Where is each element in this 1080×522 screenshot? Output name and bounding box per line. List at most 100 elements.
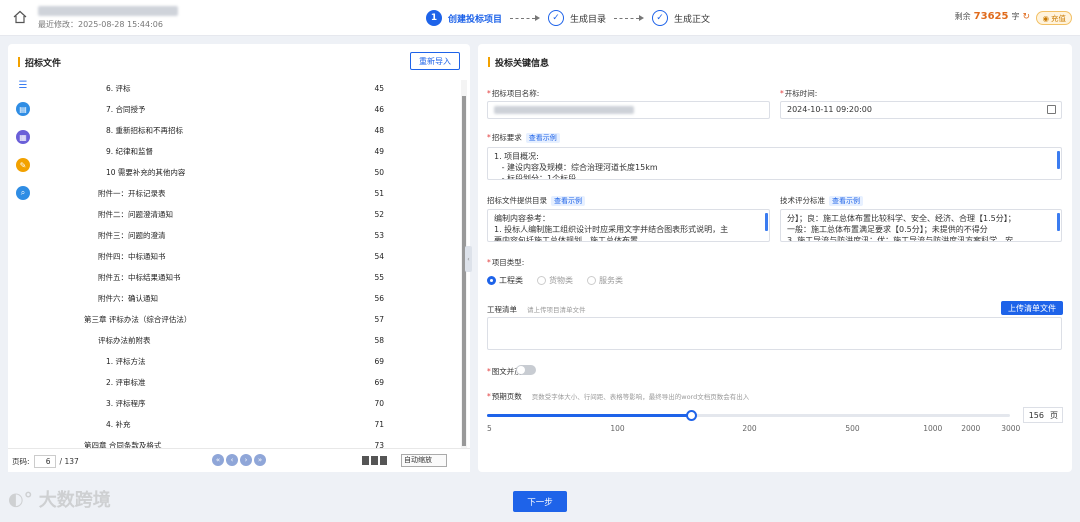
toc-page-number: 54 [374, 252, 384, 261]
example-link[interactable]: 查看示例 [525, 133, 560, 143]
toc-row[interactable]: 附件五：中标结果通知书 55 [84, 267, 384, 288]
step-create-project[interactable]: 1 创建投标项目 [426, 10, 502, 26]
toc-textarea[interactable]: 编制内容参考： 1. 投标人编制施工组织设计时应采用文字并结合图表形式说明，主 … [487, 209, 770, 242]
open-time-value: 2024-10-11 09:20:00 [787, 105, 872, 114]
page-view-icons [362, 456, 387, 465]
toc-row[interactable]: 6. 评标 45 [84, 78, 384, 99]
toc-list: 6. 评标 45 7. 合同授予 46 8. 重新招标和不再招标 48 9. 纪律和监督 49… [84, 78, 384, 477]
toc-row[interactable]: 1. 评标方法 69 [84, 351, 384, 372]
slider-tick-label: 500 [845, 424, 860, 433]
arrow-right-icon [510, 14, 541, 22]
open-time-input[interactable]: 2024-10-11 09:20:00 [780, 101, 1062, 119]
radio-services[interactable]: 服务类 [587, 275, 623, 286]
blurred-project-name [494, 105, 634, 114]
example-link[interactable]: 查看示例 [829, 196, 863, 206]
toc-row[interactable]: 附件二：问题澄清通知 52 [84, 204, 384, 225]
prev-page-icon[interactable]: ‹ [226, 454, 238, 466]
double-page-icon[interactable] [371, 456, 378, 465]
toc-row[interactable]: 附件六：确认通知 56 [84, 288, 384, 309]
step-generate-body[interactable]: ✓ 生成正文 [652, 10, 710, 26]
toc-row[interactable]: 8. 重新招标和不再招标 48 [84, 120, 384, 141]
slider-handle[interactable] [685, 410, 697, 421]
tech-score-label: 技术评分标准 查看示例 [780, 195, 863, 206]
bill-upload-area[interactable] [487, 317, 1062, 350]
project-name-input[interactable] [487, 101, 770, 119]
slider-tick-label: 3000 [1001, 424, 1021, 433]
project-name-label: *招标项目名称: [487, 89, 540, 98]
collapse-panel-handle[interactable]: ‹ [465, 246, 472, 272]
last-page-icon[interactable]: » [254, 454, 266, 466]
toc-page-number: 49 [374, 147, 384, 156]
first-page-icon[interactable]: « [212, 454, 224, 466]
tech-score-textarea[interactable]: 分】；良：施工总体布置比较科学、安全、经济、合理【1.5分】； 一般：施工总体布… [780, 209, 1062, 242]
pages-label: *预期页数 页数受字体大小、行间距、表格等影响，最终导出的word文档页数会有出入 [487, 392, 750, 401]
arrow-right-icon [614, 14, 645, 22]
radio-engineering[interactable]: 工程类 [487, 275, 523, 286]
upload-bill-button[interactable]: 上传清单文件 [1001, 301, 1063, 315]
step-generate-toc[interactable]: ✓ 生成目录 [548, 10, 606, 26]
toc-title: 附件一：开标记录表 [98, 189, 166, 198]
zoom-select[interactable]: 自动缩放 [401, 454, 447, 467]
total-pages: / 137 [59, 457, 79, 466]
single-page-icon[interactable] [362, 456, 369, 465]
toc-provided-label: 招标文件提供目录 查看示例 [487, 195, 585, 206]
example-link[interactable]: 查看示例 [551, 196, 585, 206]
page-nav: « ‹ › » [212, 454, 266, 466]
toc-row[interactable]: 第三章 评标办法（综合评估法） 57 [84, 309, 384, 330]
calendar-icon[interactable] [1047, 105, 1056, 114]
toc-page-number: 56 [374, 294, 384, 303]
radio-goods[interactable]: 货物类 [537, 275, 573, 286]
menu-icon[interactable]: ☰ [16, 80, 30, 91]
toc-row[interactable]: 附件三：问题的澄清 53 [84, 225, 384, 246]
toc-row[interactable]: 3. 评标程序 70 [84, 393, 384, 414]
textarea-scrollbar[interactable] [1057, 151, 1060, 169]
toc-row[interactable]: 2. 评审标准 69 [84, 372, 384, 393]
toc-row[interactable]: 9. 纪律和监督 49 [84, 141, 384, 162]
slider-tick-label: 2000 [961, 424, 981, 433]
coin-icon: ◉ [1042, 13, 1049, 23]
top-bar: 最近修改：2025-08-28 15:44:06 1 创建投标项目 ✓ 生成目录… [0, 0, 1080, 36]
search-icon[interactable]: ⌕ [16, 186, 30, 200]
pages-slider[interactable] [487, 410, 1010, 421]
quota-prefix: 剩余 [954, 12, 971, 21]
grid-icon[interactable]: ▦ [16, 130, 30, 144]
mixed-toggle[interactable] [516, 365, 536, 375]
toc-title: 9. 纪律和监督 [106, 147, 154, 156]
textarea-scrollbar[interactable] [1057, 213, 1060, 231]
pencil-icon[interactable]: ✎ [16, 158, 30, 172]
toc-title: 第三章 评标办法（综合评估法） [84, 315, 192, 324]
quota-value: 73625 [973, 11, 1009, 22]
recharge-button[interactable]: ◉ 充值 [1036, 11, 1072, 25]
toc-title: 评标办法前附表 [98, 336, 151, 345]
last-modified: 最近修改：2025-08-28 15:44:06 [38, 20, 163, 29]
watermark-text: 大数跨境 [38, 490, 111, 511]
toc-row[interactable]: 附件四：中标通知书 54 [84, 246, 384, 267]
toc-title: 3. 评标程序 [106, 399, 146, 408]
quota-unit: 字 [1011, 12, 1020, 21]
project-type-radios: 工程类 货物类 服务类 [487, 275, 623, 286]
home-icon[interactable] [13, 10, 27, 24]
toc-row[interactable]: 评标办法前附表 58 [84, 330, 384, 351]
next-page-icon[interactable]: › [240, 454, 252, 466]
scroll-page-icon[interactable] [380, 456, 387, 465]
toc-row[interactable]: 7. 合同授予 46 [84, 99, 384, 120]
requirements-textarea[interactable]: 1. 项目概况: - 建设内容及规模：综合治理河道长度15km - 标段划分：1… [487, 147, 1062, 180]
next-step-button[interactable]: 下一步 [513, 491, 567, 512]
toc-title: 附件四：中标通知书 [98, 252, 166, 261]
slider-tick-label: 200 [742, 424, 757, 433]
textarea-scrollbar[interactable] [765, 213, 768, 231]
document-icon[interactable]: ▤ [16, 102, 30, 116]
pages-input[interactable]: 156 页 [1023, 407, 1063, 423]
toc-row[interactable]: 附件一：开标记录表 51 [84, 183, 384, 204]
toc-title: 2. 评审标准 [106, 378, 146, 387]
toc-row[interactable]: 10 需要补充的其他内容 50 [84, 162, 384, 183]
step-label: 生成正文 [674, 14, 711, 25]
reimport-button[interactable]: 重新导入 [410, 52, 460, 70]
check-icon: ✓ [652, 10, 669, 26]
toc-title: 8. 重新招标和不再招标 [106, 126, 184, 135]
toc-page-number: 71 [374, 420, 384, 429]
document-title-blurred [38, 6, 178, 16]
refresh-icon[interactable]: ↻ [1022, 12, 1030, 22]
toc-row[interactable]: 4. 补充 71 [84, 414, 384, 435]
page-number-input[interactable]: 6 [33, 455, 56, 468]
